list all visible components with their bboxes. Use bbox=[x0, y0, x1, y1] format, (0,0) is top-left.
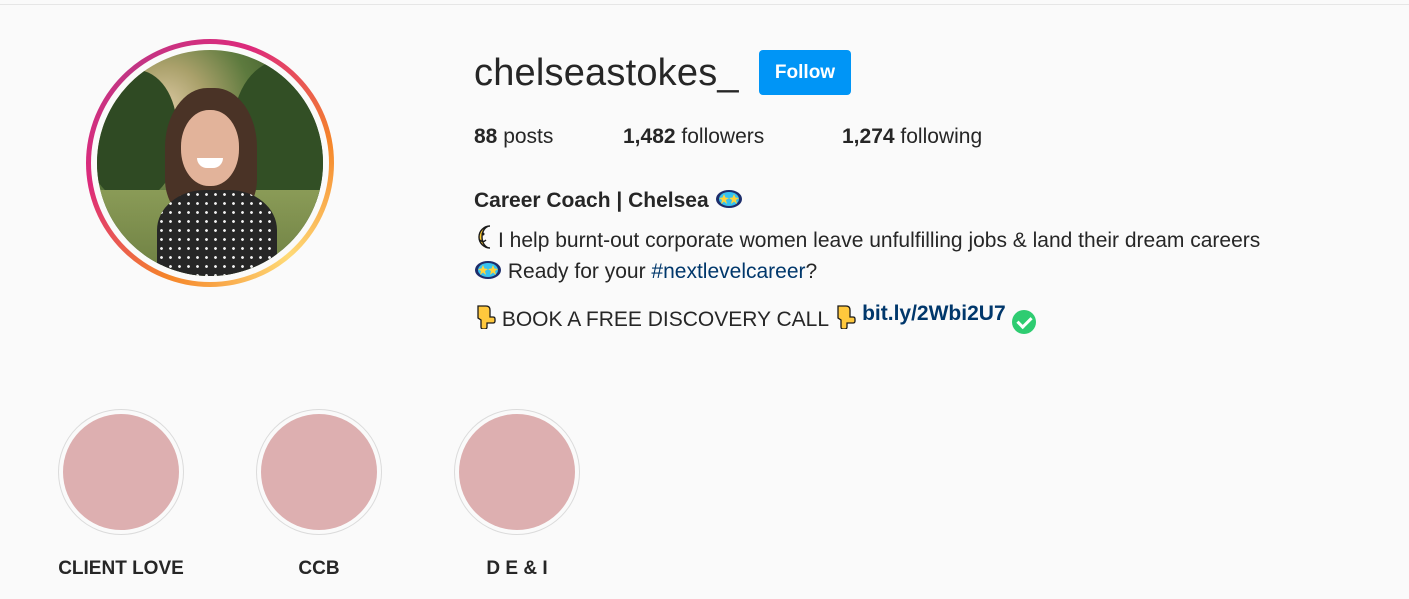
top-divider bbox=[0, 4, 1409, 5]
bio-line-1: I help burnt-out corporate women leave u… bbox=[474, 224, 1260, 253]
bio-line-3: BOOK A FREE DISCOVERY CALL bit.ly/2Wbi2U… bbox=[474, 302, 1036, 334]
bio-line-2: Ready for your #nextlevelcareer? bbox=[474, 259, 817, 284]
highlight-label: CCB bbox=[298, 558, 340, 579]
follow-button[interactable]: Follow bbox=[759, 50, 851, 95]
hashtag-link[interactable]: #nextlevelcareer bbox=[651, 260, 805, 283]
profile-avatar-ring[interactable] bbox=[86, 39, 334, 287]
following-link[interactable]: 1,274 following bbox=[842, 125, 982, 149]
profile-avatar[interactable] bbox=[97, 50, 323, 276]
highlight-cover bbox=[63, 414, 179, 530]
highlight-label: CLIENT LOVE bbox=[58, 558, 184, 579]
highlight-dei[interactable]: D E & I bbox=[454, 409, 580, 580]
followers-link[interactable]: 1,482 followers bbox=[623, 125, 764, 149]
pointing-down-emoji-icon bbox=[837, 305, 856, 329]
pointing-down-emoji-icon bbox=[477, 305, 496, 329]
star-struck-emoji-icon bbox=[475, 261, 501, 279]
highlight-cover bbox=[459, 414, 575, 530]
star-struck-emoji-icon bbox=[715, 190, 742, 208]
highlight-ccb[interactable]: CCB bbox=[256, 409, 382, 580]
check-circle-icon bbox=[1011, 310, 1036, 334]
highlight-cover bbox=[261, 414, 377, 530]
bio-external-link[interactable]: bit.ly/2Wbi2U7 bbox=[862, 302, 1006, 325]
bio-display-name: Career Coach | Chelsea bbox=[474, 188, 743, 213]
posts-count: 88 posts bbox=[474, 125, 554, 148]
profile-username: chelseastokes_ bbox=[474, 52, 739, 94]
highlight-client-love[interactable]: CLIENT LOVE bbox=[58, 409, 184, 580]
crescent-moon-emoji-icon bbox=[478, 225, 491, 249]
highlight-label: D E & I bbox=[486, 558, 548, 579]
